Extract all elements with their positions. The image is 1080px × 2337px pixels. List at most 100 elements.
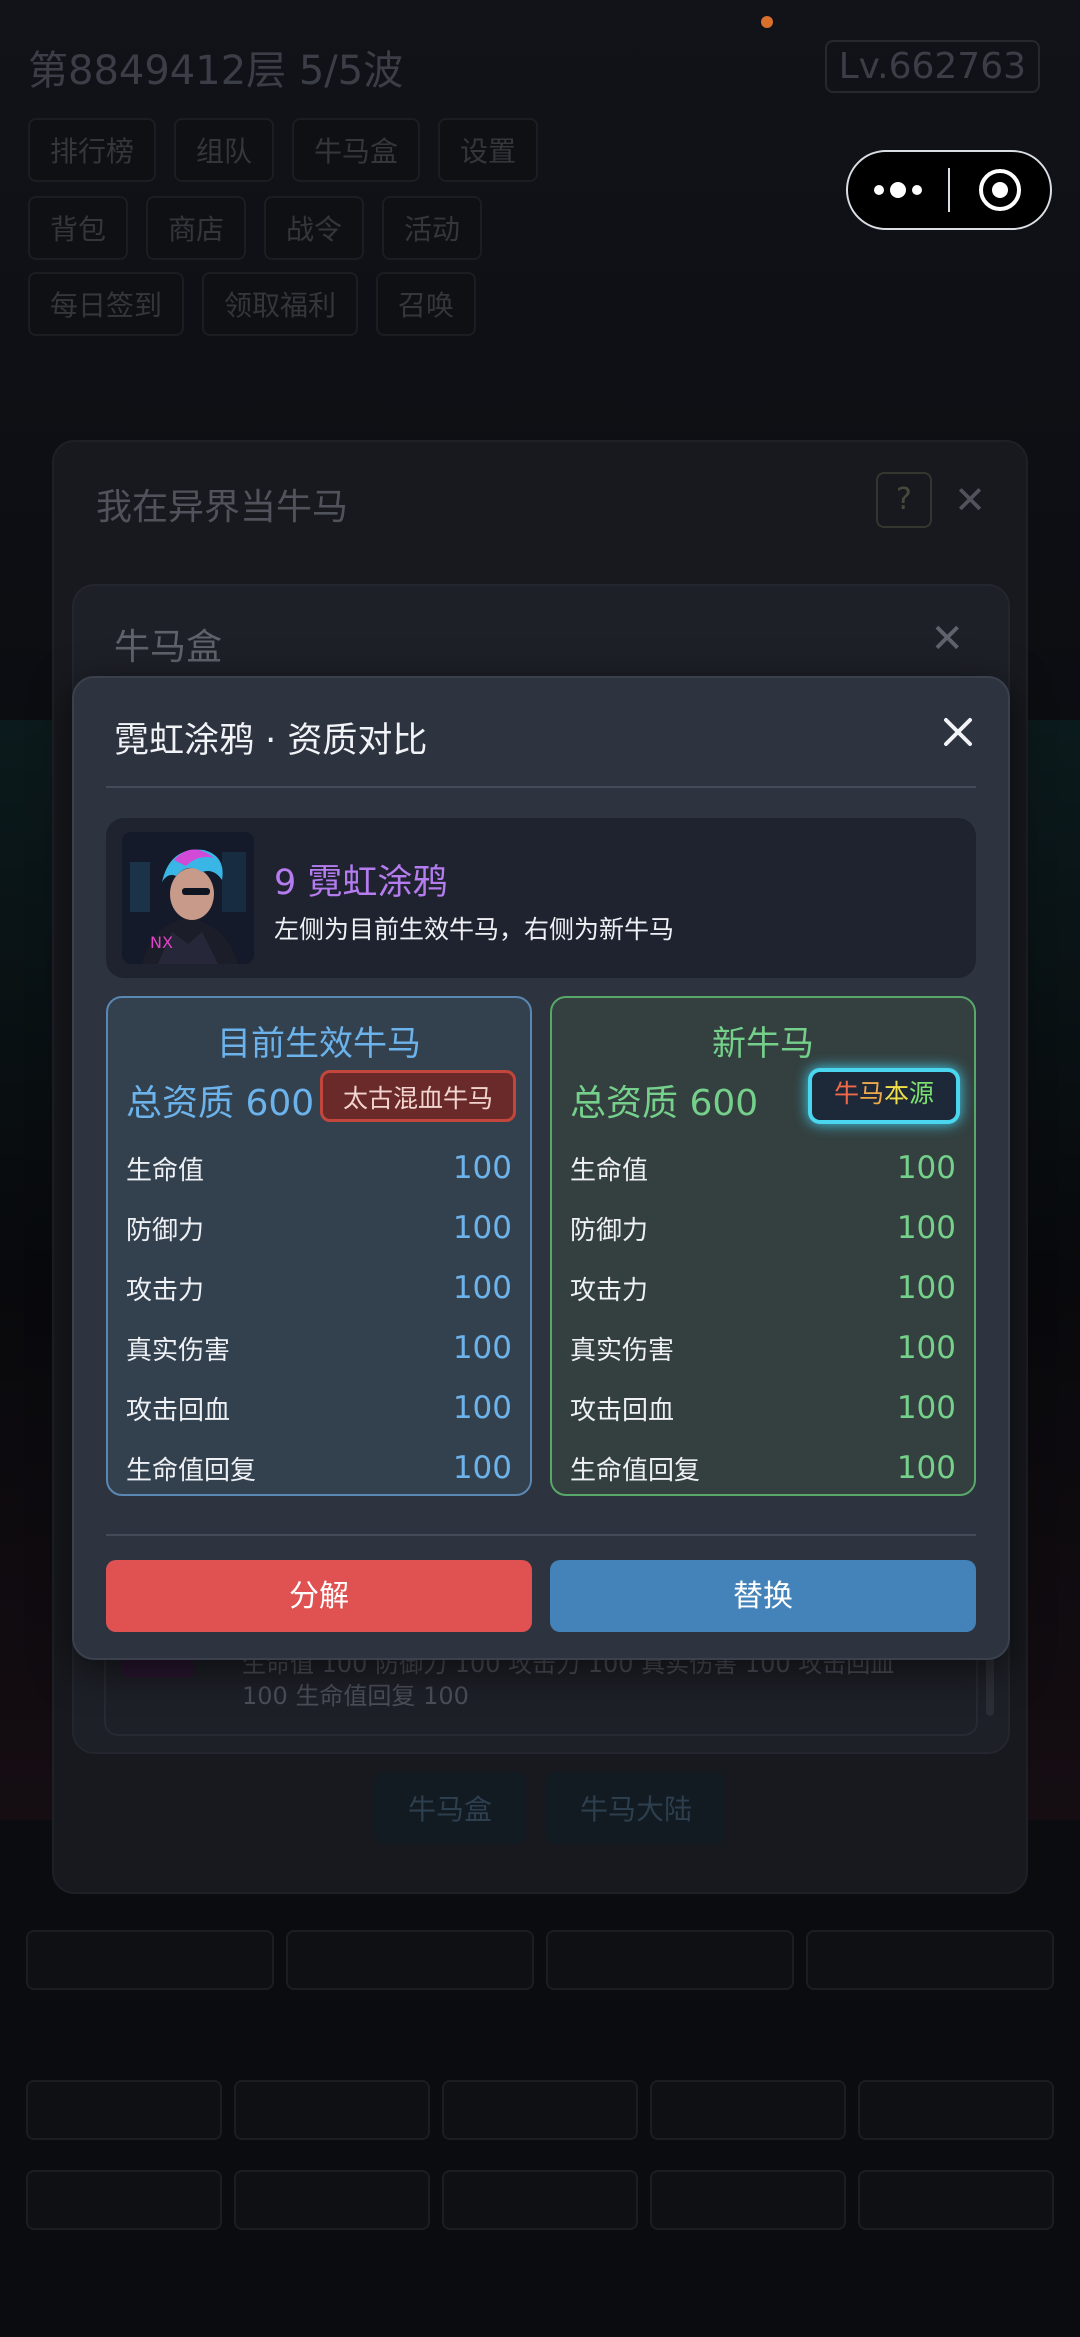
new-stat-list: 生命值 100 防御力 100 攻击力 100 真实伤害 100 攻击回血 100 生命值… [570,1138,956,1498]
stat-label: 生命值 [570,1155,649,1186]
new-total-aptitude: 总资质 600 [570,1083,759,1124]
compare-dialog: 霓虹涂鸦 · 资质对比 NX 9 霓虹涂鸦 左侧为目前生效牛马，右侧为新牛马 目… [72,676,1010,1660]
title-divider [106,786,976,788]
stat-label: 攻击力 [126,1275,205,1306]
bg-bottom-row-3 [20,2170,1060,2230]
bg-team-button[interactable]: 组队 [174,118,275,182]
stat-label: 真实伤害 [570,1335,675,1366]
stat-row: 生命值 100 [126,1138,512,1198]
current-pet-heading: 目前生效牛马 [217,1024,421,1064]
stat-value: 100 [452,1450,512,1486]
bg-pass-button[interactable]: 战令 [264,196,365,260]
stat-value: 100 [896,1150,956,1186]
stat-row: 真实伤害 100 [570,1318,956,1378]
pet-box-title: 牛马盒 [114,627,223,668]
game-dialog-close-icon[interactable]: ✕ [954,478,986,522]
bg-bottom-slot[interactable] [806,1930,1054,1990]
stat-row: 攻击力 100 [570,1258,956,1318]
stat-value: 100 [896,1390,956,1426]
stat-value: 100 [452,1210,512,1246]
stat-label: 生命值回复 [126,1455,257,1486]
pet-name: 9 霓虹涂鸦 [274,863,448,903]
stat-label: 攻击回血 [570,1395,675,1426]
bg-bottom-slot[interactable] [650,2080,846,2140]
bg-bottom-slot[interactable] [26,2080,222,2140]
stat-label: 生命值 [126,1155,205,1186]
pet-avatar: NX [122,832,254,964]
compare-dialog-title: 霓虹涂鸦 · 资质对比 [114,721,428,761]
badge-char: 马 [858,1079,884,1108]
bg-bottom-slot[interactable] [650,2170,846,2230]
bg-bottom-slot[interactable] [546,1930,794,1990]
stat-row: 生命值回复 100 [126,1438,512,1498]
stat-label: 攻击回血 [126,1395,231,1426]
stat-value: 100 [896,1270,956,1306]
close-miniprogram-icon[interactable] [950,169,1050,211]
stat-value: 100 [896,1210,956,1246]
tab-pet-continent[interactable]: 牛马大陆 [546,1772,727,1844]
pet-box-close-icon[interactable]: ✕ [930,616,964,662]
new-pet-heading: 新牛马 [712,1024,814,1064]
stat-row: 攻击回血 100 [126,1378,512,1438]
compare-dialog-close-icon[interactable] [936,710,980,754]
game-dialog-tabs: 牛马盒 牛马大陆 [374,1772,727,1844]
stat-label: 攻击力 [570,1275,649,1306]
stat-label: 防御力 [570,1215,649,1246]
stat-row: 防御力 100 [570,1198,956,1258]
stat-value: 100 [452,1330,512,1366]
bg-bag-button[interactable]: 背包 [28,196,129,260]
help-button[interactable]: ? [876,472,932,528]
stat-value: 100 [452,1270,512,1306]
player-level: Lv.662763 [824,40,1040,93]
more-menu-icon[interactable] [848,182,948,198]
bg-bottom-slot[interactable] [234,2170,430,2230]
pet-compare-description: 左侧为目前生效牛马，右侧为新牛马 [274,915,675,944]
bg-summon-button[interactable]: 召唤 [376,272,477,336]
bg-menu-row-1: 排行榜 组队 牛马盒 设置 [28,118,539,182]
svg-text:NX: NX [150,933,173,952]
status-indicator [761,16,773,28]
bg-shop-button[interactable]: 商店 [146,196,247,260]
bg-bottom-slot[interactable] [442,2170,638,2230]
bg-welfare-button[interactable]: 领取福利 [202,272,359,336]
current-pet-panel: 目前生效牛马 总资质 600 太古混血牛马 生命值 100 防御力 100 攻击力 1… [106,996,532,1496]
current-rarity-badge: 太古混血牛马 [320,1070,516,1122]
bg-event-button[interactable]: 活动 [382,196,483,260]
bg-bottom-row-1 [20,1930,1060,1990]
decompose-button[interactable]: 分解 [106,1560,532,1632]
bg-menu-row-2: 背包 商店 战令 活动 [28,196,483,260]
bg-signin-button[interactable]: 每日签到 [28,272,185,336]
stat-row: 攻击力 100 [126,1258,512,1318]
game-dialog-title: 我在异界当牛马 [96,487,349,528]
bg-bottom-slot[interactable] [858,2080,1054,2140]
bg-menu-row-3: 每日签到 领取福利 召唤 [28,272,477,336]
pet-info-card: NX 9 霓虹涂鸦 左侧为目前生效牛马，右侧为新牛马 [106,818,976,978]
badge-char: 本 [884,1079,910,1108]
bg-bottom-slot[interactable] [234,2080,430,2140]
stat-label: 真实伤害 [126,1335,231,1366]
stat-value: 100 [896,1330,956,1366]
stat-row: 攻击回血 100 [570,1378,956,1438]
stat-row: 防御力 100 [126,1198,512,1258]
bg-rank-button[interactable]: 排行榜 [28,118,157,182]
bg-bottom-slot[interactable] [286,1930,534,1990]
bg-bottom-slot[interactable] [858,2170,1054,2230]
replace-button[interactable]: 替换 [550,1560,976,1632]
bg-settings-button[interactable]: 设置 [438,118,539,182]
stat-label: 生命值回复 [570,1455,701,1486]
tab-pet-box[interactable]: 牛马盒 [374,1772,527,1844]
bg-bottom-row-2 [20,2080,1060,2140]
miniprogram-capsule [846,150,1052,230]
button-divider [106,1534,976,1536]
bg-bottom-slot[interactable] [26,2170,222,2230]
current-stat-list: 生命值 100 防御力 100 攻击力 100 真实伤害 100 攻击回血 100 生命值… [126,1138,512,1498]
stat-value: 100 [896,1450,956,1486]
bg-bottom-slot[interactable] [26,1930,274,1990]
bg-bottom-slot[interactable] [442,2080,638,2140]
stat-value: 100 [452,1150,512,1186]
stat-label: 防御力 [126,1215,205,1246]
stat-row: 生命值回复 100 [570,1438,956,1498]
bg-box-button[interactable]: 牛马盒 [292,118,421,182]
stat-row: 生命值 100 [570,1138,956,1198]
current-total-aptitude: 总资质 600 [126,1083,315,1124]
